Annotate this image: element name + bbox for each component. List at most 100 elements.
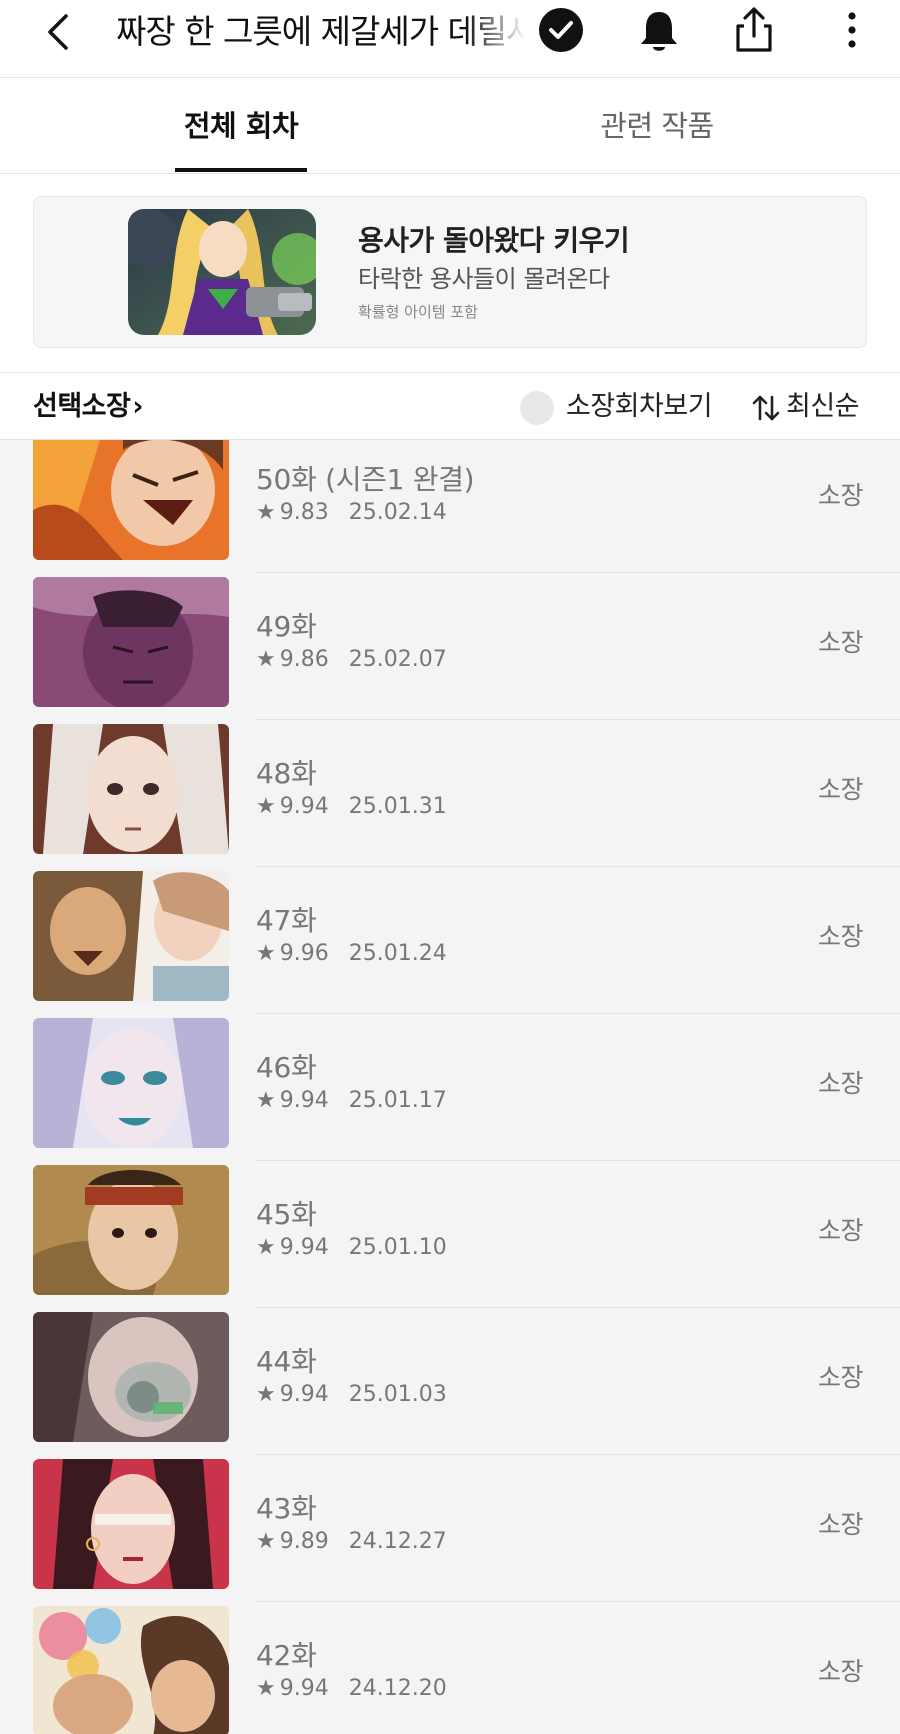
own-button[interactable]: 소장 [818, 1358, 864, 1394]
episode-meta: ★ 9.94 25.01.10 [256, 1235, 447, 1260]
title-fade [466, 8, 526, 56]
episode-thumbnail [33, 577, 229, 707]
banner-section: 용사가 돌아왔다 키우기 타락한 용사들이 몰려온다 확률형 아이템 포함 [0, 174, 900, 372]
owned-view-toggle[interactable] [520, 391, 554, 425]
share-icon[interactable] [730, 4, 778, 56]
select-own-label: 선택소장 [33, 391, 131, 422]
own-button[interactable]: 소장 [818, 917, 864, 953]
episode-row[interactable]: 42화 ★ 9.94 24.12.20 소장 [0, 1606, 900, 1734]
active-tab-indicator [175, 168, 307, 172]
episode-date: 24.12.20 [348, 1676, 447, 1701]
episode-date: 25.01.10 [348, 1235, 447, 1260]
row-divider [256, 1601, 900, 1602]
chevron-right-icon: › [132, 391, 144, 422]
row-divider [256, 1454, 900, 1455]
banner-subtitle: 타락한 용사들이 몰려온다 [358, 265, 610, 293]
episode-title: 43화 [256, 1492, 317, 1525]
episode-date: 25.02.14 [348, 500, 447, 525]
star-icon: ★ [256, 1676, 276, 1701]
page-title: 짜장 한 그릇에 제갈세가 데릴사위 [116, 12, 526, 51]
star-icon: ★ [256, 500, 276, 525]
banner-note: 확률형 아이템 포함 [358, 303, 478, 321]
star-icon: ★ [256, 1382, 276, 1407]
sort-icon[interactable] [750, 393, 782, 423]
episode-date: 25.02.07 [348, 647, 447, 672]
episode-rating: 9.96 [279, 941, 329, 966]
own-button[interactable]: 소장 [818, 1652, 864, 1688]
episode-date: 25.01.31 [348, 794, 447, 819]
episode-row[interactable]: 46화 ★ 9.94 25.01.17 소장 [0, 1018, 900, 1165]
episode-row[interactable]: 47화 ★ 9.96 25.01.24 소장 [0, 871, 900, 1018]
episode-rating: 9.83 [279, 500, 329, 525]
episode-rating: 9.86 [279, 647, 329, 672]
episode-rating: 9.94 [279, 794, 329, 819]
episode-thumbnail [33, 1312, 229, 1442]
banner-game-image [128, 209, 316, 335]
star-icon: ★ [256, 941, 276, 966]
episode-row[interactable]: 43화 ★ 9.89 24.12.27 소장 [0, 1459, 900, 1606]
episode-meta: ★ 9.94 24.12.20 [256, 1676, 447, 1701]
episode-rating: 9.94 [279, 1676, 329, 1701]
filter-bar: 선택소장› 소장회차보기 최신순 [0, 372, 900, 440]
ad-banner[interactable]: 용사가 돌아왔다 키우기 타락한 용사들이 몰려온다 확률형 아이템 포함 [33, 196, 867, 348]
episode-title: 47화 [256, 904, 317, 937]
tab-bar: 전체 회차 관련 작품 [0, 78, 900, 174]
episode-thumbnail [33, 1606, 229, 1734]
row-divider [256, 719, 900, 720]
own-button[interactable]: 소장 [818, 770, 864, 806]
owned-view-label[interactable]: 소장회차보기 [566, 373, 713, 441]
episode-meta: ★ 9.94 25.01.03 [256, 1382, 447, 1407]
episode-date: 25.01.24 [348, 941, 447, 966]
episode-rating: 9.94 [279, 1088, 329, 1113]
back-arrow-icon[interactable] [38, 6, 82, 58]
episode-list: 50화 (시즌1 완결) ★ 9.83 25.02.14 소장 49화 ★ 9.86 2… [0, 440, 900, 1734]
star-icon: ★ [256, 1235, 276, 1260]
row-divider [256, 572, 900, 573]
episode-row[interactable]: 45화 ★ 9.94 25.01.10 소장 [0, 1165, 900, 1312]
episode-rating: 9.94 [279, 1235, 329, 1260]
episode-meta: ★ 9.94 25.01.31 [256, 794, 447, 819]
episode-meta: ★ 9.94 25.01.17 [256, 1088, 447, 1113]
episode-meta: ★ 9.89 24.12.27 [256, 1529, 447, 1554]
episode-row[interactable]: 48화 ★ 9.94 25.01.31 소장 [0, 724, 900, 871]
episode-title: 44화 [256, 1345, 317, 1378]
episode-rating: 9.94 [279, 1382, 329, 1407]
title-container: 짜장 한 그릇에 제갈세가 데릴사위 [116, 8, 526, 56]
bell-icon[interactable] [636, 6, 682, 56]
episode-title: 46화 [256, 1051, 317, 1084]
episode-date: 24.12.27 [348, 1529, 447, 1554]
episode-date: 25.01.17 [348, 1088, 447, 1113]
episode-title: 45화 [256, 1198, 317, 1231]
own-button[interactable]: 소장 [818, 476, 864, 512]
episode-title: 42화 [256, 1639, 317, 1672]
own-button[interactable]: 소장 [818, 1505, 864, 1541]
select-own-button[interactable]: 선택소장› [33, 373, 143, 441]
own-button[interactable]: 소장 [818, 1211, 864, 1247]
episode-thumbnail [33, 1018, 229, 1148]
row-divider [256, 1013, 900, 1014]
star-icon: ★ [256, 1529, 276, 1554]
episode-meta: ★ 9.86 25.02.07 [256, 647, 447, 672]
episode-thumbnail [33, 871, 229, 1001]
top-app-bar: 짜장 한 그릇에 제갈세가 데릴사위 [0, 0, 900, 78]
tab-related-works[interactable]: 관련 작품 [590, 78, 724, 174]
row-divider [256, 1160, 900, 1161]
episode-title: 49화 [256, 610, 317, 643]
episode-meta: ★ 9.96 25.01.24 [256, 941, 447, 966]
sort-label[interactable]: 최신순 [786, 373, 860, 441]
tab-all-episodes[interactable]: 전체 회차 [175, 78, 307, 174]
more-vertical-icon[interactable] [838, 8, 866, 52]
episode-title: 50화 (시즌1 완결) [256, 463, 475, 496]
episode-row[interactable]: 44화 ★ 9.94 25.01.03 소장 [0, 1312, 900, 1459]
episode-title: 48화 [256, 757, 317, 790]
own-button[interactable]: 소장 [818, 623, 864, 659]
episode-thumbnail [33, 440, 229, 560]
own-button[interactable]: 소장 [818, 1064, 864, 1100]
star-icon: ★ [256, 794, 276, 819]
episode-row[interactable]: 49화 ★ 9.86 25.02.07 소장 [0, 577, 900, 724]
star-icon: ★ [256, 1088, 276, 1113]
episode-row[interactable]: 50화 (시즌1 완결) ★ 9.83 25.02.14 소장 [0, 440, 900, 577]
episode-meta: ★ 9.83 25.02.14 [256, 500, 447, 525]
episode-thumbnail [33, 724, 229, 854]
row-divider [256, 1307, 900, 1308]
